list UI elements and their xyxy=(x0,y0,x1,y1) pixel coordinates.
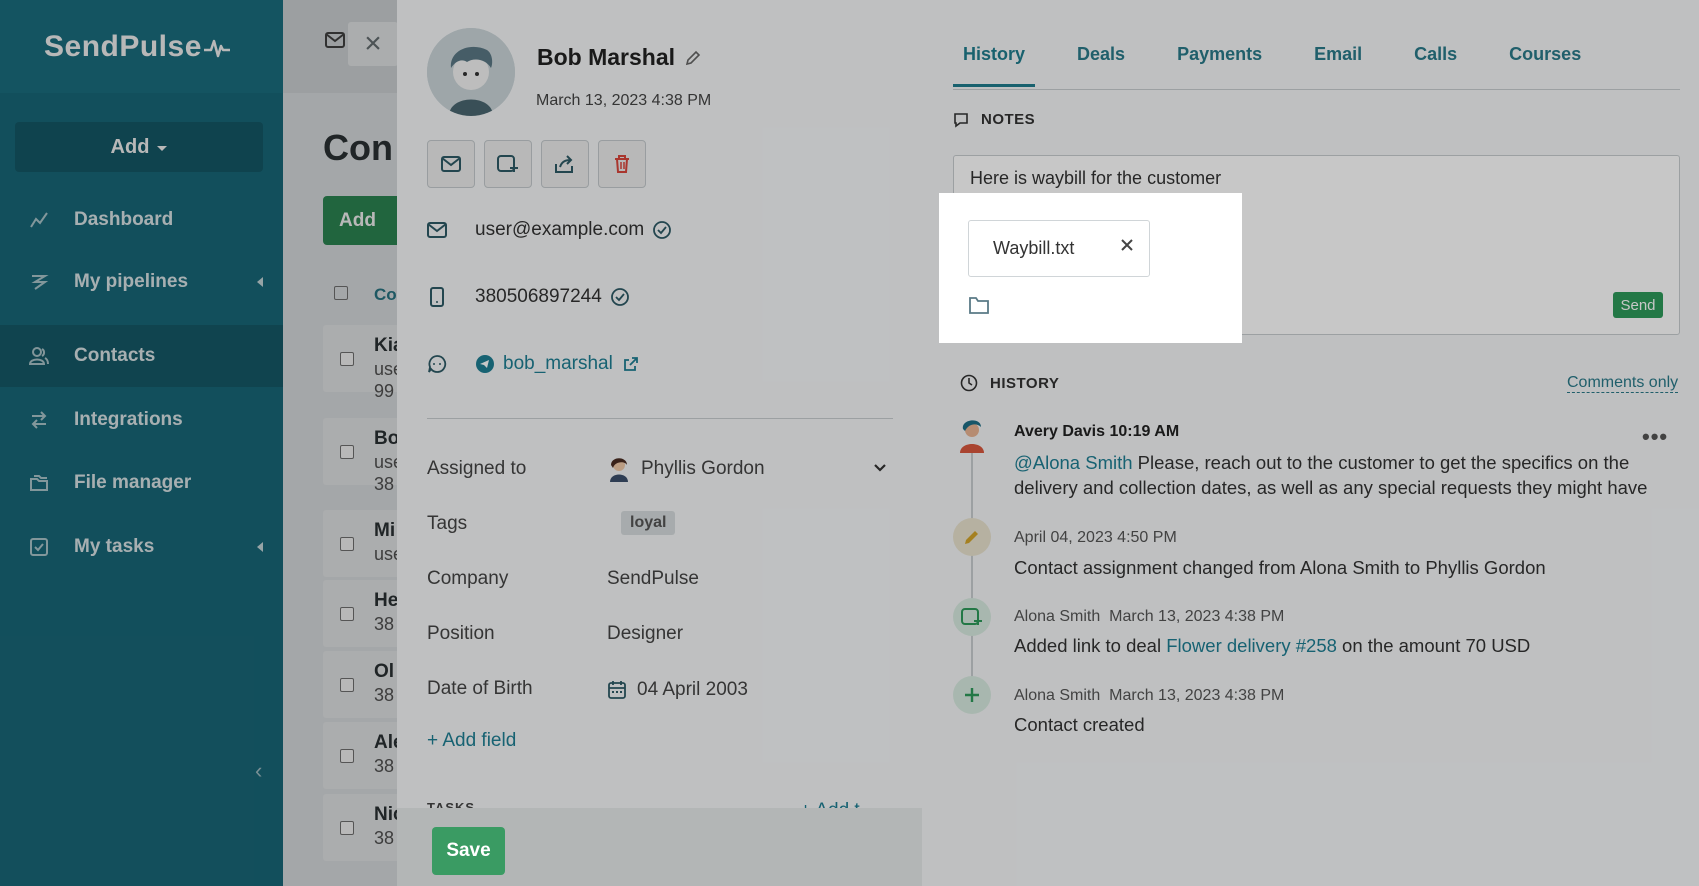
save-label: Save xyxy=(446,840,491,861)
folder-icon[interactable] xyxy=(968,295,990,315)
card-dim-overlay xyxy=(397,0,922,886)
remove-attachment-icon[interactable] xyxy=(1120,238,1134,252)
panel-dim-overlay xyxy=(922,0,1699,886)
attachment-filename: Waybill.txt xyxy=(993,238,1075,258)
save-button[interactable]: Save xyxy=(432,827,505,875)
